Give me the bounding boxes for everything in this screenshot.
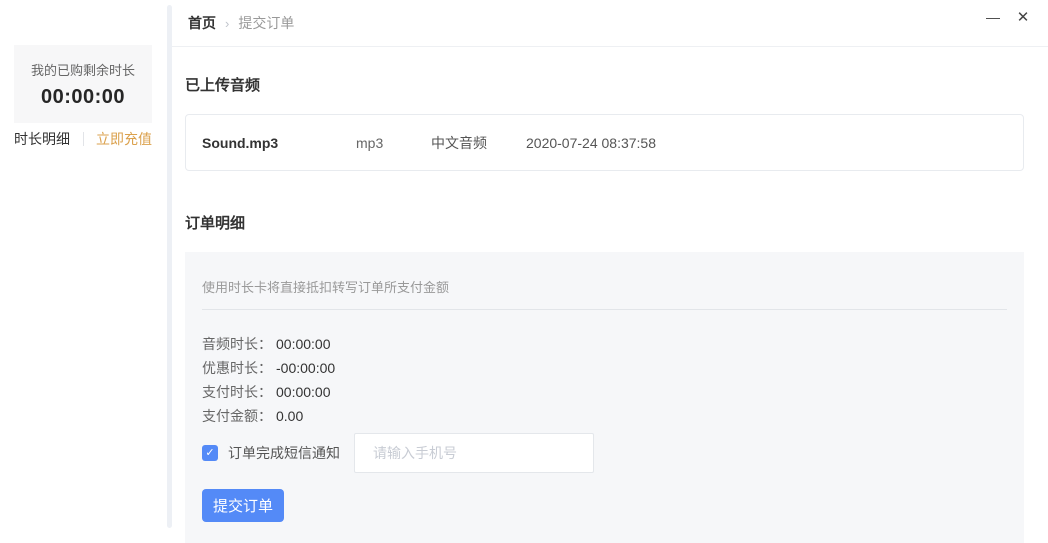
pay-amount-row: 支付金额： 0.00 (202, 404, 1007, 428)
pay-duration-row: 支付时长： 00:00:00 (202, 380, 1007, 404)
pay-duration-value: 00:00:00 (276, 384, 331, 400)
content: 已上传音频 Sound.mp3 mp3 中文音频 2020-07-24 08:3… (172, 74, 1048, 543)
duration-detail-link[interactable]: 时长明细 (14, 129, 70, 149)
breadcrumb: 首页 › 提交订单 (188, 13, 294, 33)
sidebar: 我的已购剩余时长 00:00:00 时长明细 立即充值 (0, 0, 172, 528)
window-controls: — ✕ (978, 6, 1038, 28)
balance-card: 我的已购剩余时长 00:00:00 (14, 45, 152, 123)
file-upload-time: 2020-07-24 08:37:58 (526, 134, 656, 151)
main-area: 首页 › 提交订单 — ✕ 已上传音频 Sound.mp3 mp3 中文音频 2… (172, 0, 1048, 543)
uploaded-section-title: 已上传音频 (185, 77, 261, 94)
links-divider (82, 132, 84, 146)
order-detail-rows: 音频时长： 00:00:00 优惠时长： -00:00:00 支付时长： 00:… (202, 332, 1007, 428)
file-language: 中文音频 (431, 134, 487, 151)
discount-duration-row: 优惠时长： -00:00:00 (202, 356, 1007, 380)
audio-duration-row: 音频时长： 00:00:00 (202, 332, 1007, 356)
main-header: 首页 › 提交订单 (172, 0, 1048, 47)
check-icon: ✓ (205, 446, 215, 459)
file-format: mp3 (356, 134, 384, 151)
submit-order-button[interactable]: 提交订单 (202, 489, 285, 522)
phone-input[interactable] (354, 433, 594, 473)
breadcrumb-home[interactable]: 首页 (188, 13, 216, 33)
balance-value: 00:00:00 (40, 86, 126, 108)
order-panel: 使用时长卡将直接抵扣转写订单所支付金额 音频时长： 00:00:00 优惠时长：… (185, 252, 1024, 543)
sidebar-links: 时长明细 立即充值 (14, 129, 152, 149)
order-divider (202, 309, 1007, 310)
discount-duration-label: 优惠时长： (202, 360, 272, 376)
sms-notify-row: ✓ 订单完成短信通知 (202, 433, 1007, 473)
close-icon[interactable]: ✕ (1008, 6, 1038, 28)
audio-duration-label: 音频时长： (202, 336, 272, 352)
file-name: Sound.mp3 (202, 134, 279, 151)
audio-duration-value: 00:00:00 (276, 336, 331, 352)
pay-amount-label: 支付金额： (202, 408, 272, 424)
sms-notify-label: 订单完成短信通知 (228, 445, 340, 461)
order-note: 使用时长卡将直接抵扣转写订单所支付金额 (202, 280, 450, 295)
sms-notify-checkbox[interactable]: ✓ (202, 445, 218, 461)
recharge-link[interactable]: 立即充值 (96, 129, 152, 149)
minimize-icon[interactable]: — (978, 6, 1008, 28)
order-section-title: 订单明细 (185, 215, 246, 232)
balance-title: 我的已购剩余时长 (30, 63, 135, 78)
uploaded-file-row: Sound.mp3 mp3 中文音频 2020-07-24 08:37:58 (185, 114, 1024, 171)
breadcrumb-current: 提交订单 (238, 15, 295, 31)
chevron-right-icon: › (225, 15, 230, 31)
pay-duration-label: 支付时长： (202, 384, 272, 400)
discount-duration-value: -00:00:00 (276, 360, 336, 376)
pay-amount-value: 0.00 (276, 408, 304, 424)
